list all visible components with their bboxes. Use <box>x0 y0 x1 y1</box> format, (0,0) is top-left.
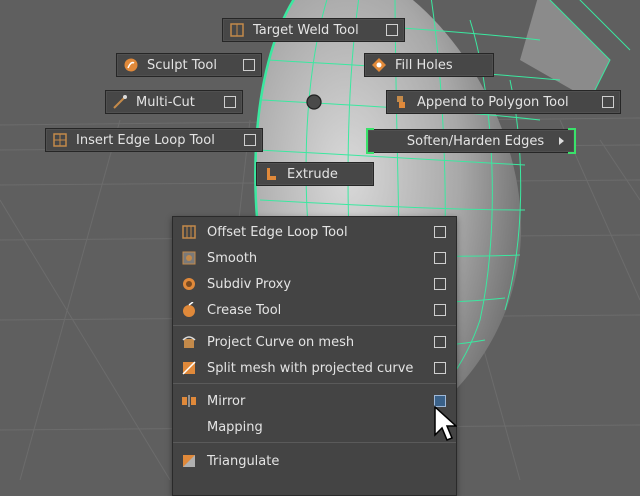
menu-item-project-curve[interactable]: Project Curve on mesh <box>173 329 456 355</box>
menu-item-label: Split mesh with projected curve <box>207 360 414 376</box>
option-box[interactable] <box>434 252 446 264</box>
mouse-cursor-icon <box>434 405 457 441</box>
menu-item-offset-edge-loop[interactable]: Offset Edge Loop Tool <box>173 219 456 245</box>
option-box[interactable] <box>224 96 236 108</box>
option-box[interactable] <box>386 24 398 36</box>
menu-item-label: Crease Tool <box>207 302 282 318</box>
split-mesh-icon <box>181 360 197 376</box>
menu-item-crease-tool[interactable]: Crease Tool <box>173 297 456 323</box>
context-menu: Offset Edge Loop Tool Smooth Subdiv Prox… <box>172 216 457 496</box>
option-box[interactable] <box>434 304 446 316</box>
blank-icon <box>181 419 197 435</box>
menu-item-subdiv-proxy[interactable]: Subdiv Proxy <box>173 271 456 297</box>
multi-cut-icon <box>112 94 128 110</box>
menu-item-label: Offset Edge Loop Tool <box>207 224 348 240</box>
menu-item-label: Smooth <box>207 250 258 266</box>
sculpt-icon <box>123 57 139 73</box>
menu-item-mapping[interactable]: Mapping <box>173 414 456 440</box>
subdiv-proxy-icon <box>181 276 197 292</box>
menu-item-smooth[interactable]: Smooth <box>173 245 456 271</box>
marking-menu-east-upper[interactable]: Append to Polygon Tool <box>386 90 621 114</box>
insert-edge-loop-icon <box>52 132 68 148</box>
option-box[interactable] <box>602 96 614 108</box>
menu-item-label: Project Curve on mesh <box>207 334 355 350</box>
option-box[interactable] <box>434 278 446 290</box>
option-box[interactable] <box>434 336 446 348</box>
chevron-right-icon <box>559 137 564 145</box>
marking-menu-east-label: Soften/Harden Edges <box>406 133 545 149</box>
option-box[interactable] <box>434 226 446 238</box>
option-box[interactable] <box>434 362 446 374</box>
offset-edge-loop-icon <box>181 224 197 240</box>
marking-menu-center <box>306 94 322 110</box>
menu-item-label: Triangulate <box>207 453 280 469</box>
append-polygon-icon <box>393 94 409 110</box>
crease-icon <box>181 301 197 318</box>
target-weld-icon <box>229 22 245 38</box>
marking-menu-north[interactable]: Target Weld Tool <box>222 18 405 42</box>
marking-menu-west-label: Insert Edge Loop Tool <box>76 132 215 148</box>
project-curve-icon <box>181 334 197 350</box>
mirror-icon <box>181 393 197 409</box>
fill-holes-icon <box>371 57 387 73</box>
triangulate-icon <box>181 453 197 469</box>
option-box[interactable] <box>244 134 256 146</box>
menu-item-split-mesh[interactable]: Split mesh with projected curve <box>173 355 456 381</box>
marking-menu-northeast-label: Fill Holes <box>395 57 453 73</box>
menu-item-label: Subdiv Proxy <box>207 276 292 292</box>
marking-menu-northwest-label: Sculpt Tool <box>147 57 217 73</box>
menu-item-mirror[interactable]: Mirror <box>173 388 456 414</box>
marking-menu-west[interactable]: Insert Edge Loop Tool <box>45 128 263 152</box>
smooth-icon <box>181 250 197 266</box>
marking-menu-east-upper-label: Append to Polygon Tool <box>417 94 569 110</box>
menu-item-label: Mapping <box>207 419 263 435</box>
marking-menu-northwest[interactable]: Sculpt Tool <box>116 53 262 77</box>
menu-item-label: Mirror <box>207 393 246 409</box>
menu-separator <box>173 383 456 384</box>
marking-menu-west-upper-label: Multi-Cut <box>136 94 195 110</box>
option-box[interactable] <box>243 59 255 71</box>
marking-menu-east[interactable]: Soften/Harden Edges <box>366 128 576 154</box>
marking-menu-south[interactable]: Extrude <box>256 162 374 186</box>
menu-item-triangulate[interactable]: Triangulate <box>173 448 456 474</box>
menu-separator <box>173 442 456 443</box>
marking-menu-north-label: Target Weld Tool <box>253 22 359 38</box>
menu-separator <box>173 325 456 326</box>
marking-menu-west-upper[interactable]: Multi-Cut <box>105 90 243 114</box>
marking-menu-south-label: Extrude <box>287 166 338 182</box>
marking-menu-northeast[interactable]: Fill Holes <box>364 53 494 77</box>
extrude-icon <box>263 166 279 182</box>
